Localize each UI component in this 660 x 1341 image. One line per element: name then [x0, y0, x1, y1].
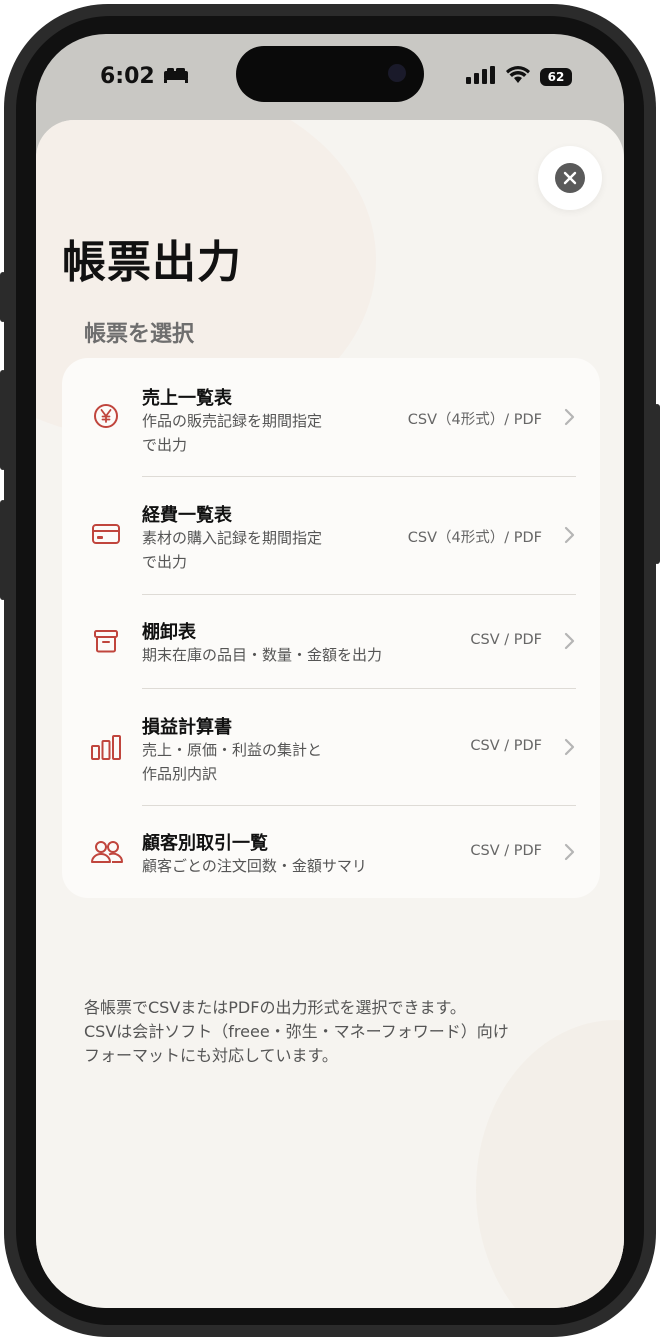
- page-title: 帳票出力: [62, 237, 242, 288]
- cellular-signal-icon: [466, 66, 496, 88]
- report-name: 棚卸表: [142, 622, 196, 643]
- power-button: [654, 404, 660, 564]
- close-icon: [555, 163, 585, 193]
- yen-icon: [90, 400, 122, 432]
- note-line: 各帳票でCSVまたはPDFの出力形式を選択できます。: [84, 998, 466, 1017]
- dynamic-island: [236, 46, 424, 102]
- front-camera: [388, 64, 406, 82]
- volume-down-button: [0, 500, 6, 600]
- note-line: フォーマットにも対応しています。: [84, 1046, 338, 1065]
- footer-note: 各帳票でCSVまたはPDFの出力形式を選択できます。 CSVは会計ソフト（fre…: [84, 996, 584, 1068]
- report-format: CSV / PDF: [470, 632, 542, 648]
- close-button[interactable]: [538, 146, 602, 210]
- description-line: 顧客ごとの注文回数・金額サマリ: [142, 857, 367, 875]
- chevron-right-icon: [562, 632, 576, 650]
- report-format: CSV / PDF: [470, 738, 542, 754]
- status-indicators: 62: [466, 66, 572, 88]
- description-line: 素材の購入記録を期間指定: [142, 529, 323, 547]
- wifi-icon: [506, 66, 530, 88]
- description-line: 作品の販売記録を期間指定: [142, 412, 323, 430]
- bar-chart-icon: [90, 732, 122, 764]
- battery-level: 62: [547, 70, 565, 84]
- report-description: 顧客ごとの注文回数・金額サマリ: [142, 854, 442, 878]
- report-name: 顧客別取引一覧: [142, 833, 268, 854]
- phone-screen: 6:02 62 帳票出力 帳票を選択 売上一覧表 作品の販売記録を期間指定 で出…: [36, 34, 624, 1308]
- description-line: 売上・原価・利益の集計と: [142, 741, 323, 759]
- credit-card-icon: [90, 518, 122, 550]
- report-description: 作品の販売記録を期間指定 で出力: [142, 409, 352, 457]
- report-export-sheet: 帳票出力 帳票を選択 売上一覧表 作品の販売記録を期間指定 で出力 CSV（4形…: [36, 120, 624, 1308]
- report-format: CSV（4形式）/ PDF: [407, 412, 542, 428]
- section-label: 帳票を選択: [84, 322, 195, 347]
- status-time: 6:02: [100, 64, 189, 89]
- report-name: 売上一覧表: [142, 388, 232, 409]
- people-icon: [90, 836, 123, 868]
- report-list: 売上一覧表 作品の販売記録を期間指定 で出力 CSV（4形式）/ PDF 経費一…: [62, 358, 600, 898]
- report-row-inventory[interactable]: 棚卸表 期末在庫の品目・数量・金額を出力 CSV / PDF: [62, 595, 600, 689]
- chevron-right-icon: [562, 843, 576, 861]
- chevron-right-icon: [562, 408, 576, 426]
- chevron-right-icon: [562, 526, 576, 544]
- report-row-sales[interactable]: 売上一覧表 作品の販売記録を期間指定 で出力 CSV（4形式）/ PDF: [62, 358, 600, 476]
- report-row-expenses[interactable]: 経費一覧表 素材の購入記録を期間指定 で出力 CSV（4形式）/ PDF: [62, 477, 600, 594]
- description-line: 期末在庫の品目・数量・金額を出力: [142, 646, 383, 664]
- report-description: 素材の購入記録を期間指定 で出力: [142, 526, 352, 574]
- description-line: で出力: [142, 553, 188, 571]
- report-row-customers[interactable]: 顧客別取引一覧 顧客ごとの注文回数・金額サマリ CSV / PDF: [62, 806, 600, 898]
- note-line: CSVは会計ソフト（freee・弥生・マネーフォワード）向け: [84, 1022, 509, 1041]
- description-line: で出力: [142, 436, 188, 454]
- volume-up-button: [0, 370, 6, 470]
- report-format: CSV / PDF: [470, 843, 542, 859]
- clock-label: 6:02: [100, 64, 155, 89]
- report-name: 損益計算書: [142, 717, 232, 738]
- report-description: 売上・原価・利益の集計と 作品別内訳: [142, 738, 352, 786]
- action-button: [0, 272, 6, 322]
- report-description: 期末在庫の品目・数量・金額を出力: [142, 643, 442, 667]
- chevron-right-icon: [562, 738, 576, 756]
- status-bar: 6:02 62: [36, 34, 624, 124]
- sleep-bed-icon: [163, 64, 189, 89]
- report-row-profit-loss[interactable]: 損益計算書 売上・原価・利益の集計と 作品別内訳 CSV / PDF: [62, 689, 600, 806]
- battery-icon: 62: [540, 68, 572, 86]
- description-line: 作品別内訳: [142, 765, 218, 783]
- report-name: 経費一覧表: [142, 505, 232, 526]
- archive-box-icon: [90, 625, 122, 657]
- report-format: CSV（4形式）/ PDF: [407, 530, 542, 546]
